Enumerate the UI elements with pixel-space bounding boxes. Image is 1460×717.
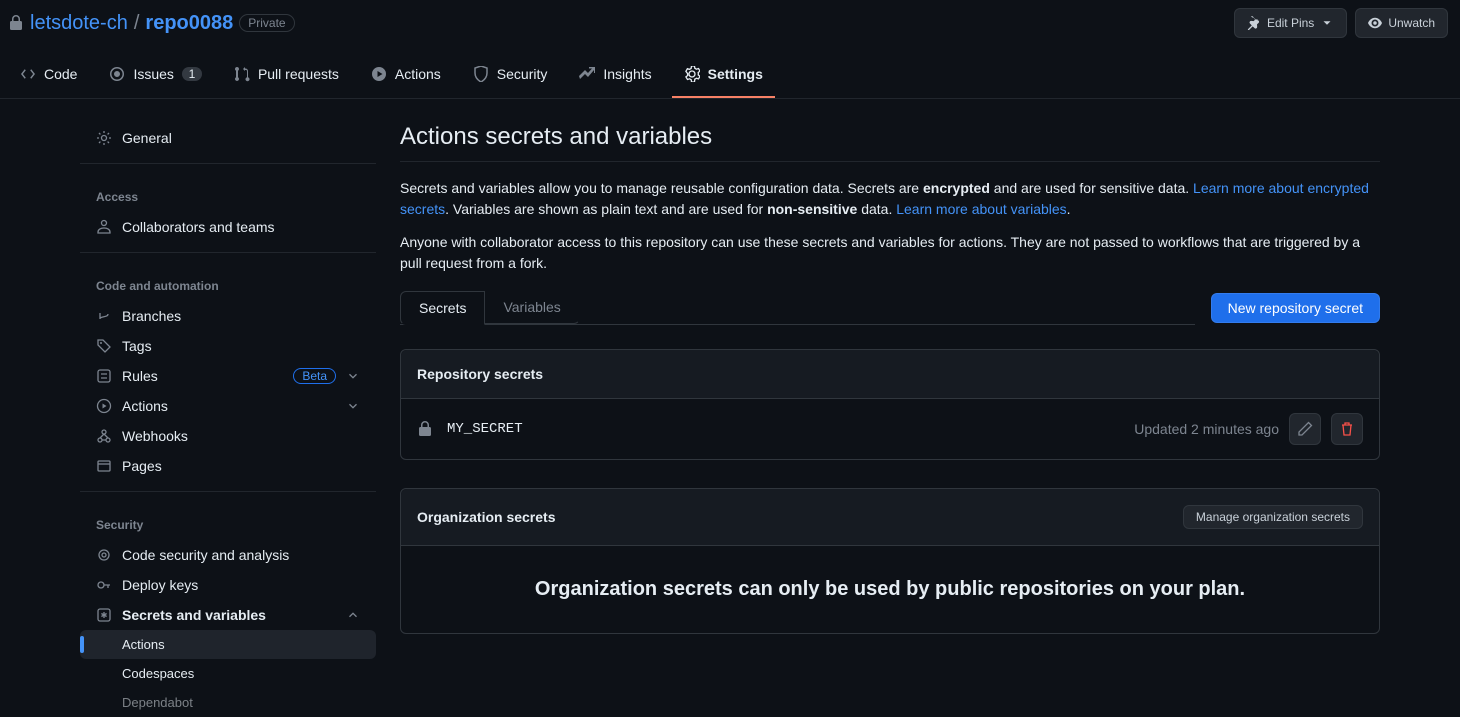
- pencil-icon: [1297, 421, 1313, 437]
- caret-down-icon: [1320, 16, 1334, 30]
- organization-secrets-header: Organization secrets Manage organization…: [401, 489, 1379, 546]
- org-secrets-message: Organization secrets can only be used by…: [401, 546, 1379, 633]
- secret-name: MY_SECRET: [447, 421, 523, 437]
- issues-counter: 1: [182, 67, 202, 81]
- chevron-down-icon: [346, 369, 360, 383]
- main-content: Actions secrets and variables Secrets an…: [400, 123, 1380, 717]
- chevron-up-icon: [346, 608, 360, 622]
- unwatch-button[interactable]: Unwatch: [1355, 8, 1448, 38]
- edit-pins-button[interactable]: Edit Pins: [1234, 8, 1347, 38]
- secret-updated: Updated 2 minutes ago: [1134, 421, 1279, 437]
- sidebar-subitem-codespaces[interactable]: Codespaces: [80, 659, 376, 688]
- sidebar-item-branches[interactable]: Branches: [80, 301, 376, 331]
- sidebar-subitem-actions[interactable]: Actions: [80, 630, 376, 659]
- tab-settings[interactable]: Settings: [672, 56, 775, 98]
- sidebar-group-access: Access: [80, 174, 376, 212]
- webhook-icon: [96, 428, 112, 444]
- scan-icon: [96, 547, 112, 563]
- gear-icon: [684, 66, 700, 82]
- tab-pull-requests[interactable]: Pull requests: [222, 56, 351, 98]
- lock-icon: [8, 15, 24, 31]
- visibility-badge: Private: [239, 14, 294, 32]
- sidebar-item-general[interactable]: General: [80, 123, 376, 153]
- sidebar-item-pages[interactable]: Pages: [80, 451, 376, 481]
- play-circle-icon: [96, 398, 112, 414]
- sidebar-subitem-dependabot[interactable]: Dependabot: [80, 688, 376, 717]
- shield-icon: [473, 66, 489, 82]
- beta-badge: Beta: [293, 368, 336, 384]
- branch-icon: [96, 308, 112, 324]
- description-2: Anyone with collaborator access to this …: [400, 232, 1380, 274]
- repo-nav: Code Issues 1 Pull requests Actions Secu…: [0, 56, 1460, 99]
- repository-secrets-panel: Repository secrets MY_SECRET Updated 2 m…: [400, 349, 1380, 460]
- sidebar-item-actions[interactable]: Actions: [80, 391, 376, 421]
- pull-request-icon: [234, 66, 250, 82]
- repo-owner-link[interactable]: letsdote-ch: [30, 12, 128, 35]
- manage-org-secrets-button[interactable]: Manage organization secrets: [1183, 505, 1363, 529]
- rules-icon: [96, 368, 112, 384]
- settings-sidebar: General Access Collaborators and teams C…: [80, 123, 376, 717]
- sidebar-group-security: Security: [80, 502, 376, 540]
- learn-variables-link[interactable]: Learn more about variables: [896, 201, 1066, 217]
- tab-code[interactable]: Code: [8, 56, 89, 98]
- issue-icon: [109, 66, 125, 82]
- graph-icon: [579, 66, 595, 82]
- sidebar-item-code-security[interactable]: Code security and analysis: [80, 540, 376, 570]
- repo-path: letsdote-ch / repo0088 Private: [8, 12, 295, 35]
- delete-secret-button[interactable]: [1331, 413, 1363, 445]
- sidebar-item-collaborators[interactable]: Collaborators and teams: [80, 212, 376, 242]
- subtab-variables[interactable]: Variables: [485, 290, 579, 324]
- organization-secrets-panel: Organization secrets Manage organization…: [400, 488, 1380, 634]
- sidebar-item-secrets[interactable]: Secrets and variables: [80, 600, 376, 630]
- gear-icon: [96, 130, 112, 146]
- sidebar-item-deploy-keys[interactable]: Deploy keys: [80, 570, 376, 600]
- page-title: Actions secrets and variables: [400, 123, 1380, 151]
- code-icon: [20, 66, 36, 82]
- edit-secret-button[interactable]: [1289, 413, 1321, 445]
- chevron-down-icon: [346, 399, 360, 413]
- sidebar-item-webhooks[interactable]: Webhooks: [80, 421, 376, 451]
- subtab-secrets[interactable]: Secrets: [400, 291, 485, 325]
- description-1: Secrets and variables allow you to manag…: [400, 178, 1380, 220]
- play-icon: [371, 66, 387, 82]
- key-icon: [96, 577, 112, 593]
- secret-row: MY_SECRET Updated 2 minutes ago: [401, 399, 1379, 459]
- asterisk-icon: [96, 607, 112, 623]
- tab-issues[interactable]: Issues 1: [97, 56, 213, 98]
- tab-insights[interactable]: Insights: [567, 56, 663, 98]
- sidebar-group-code: Code and automation: [80, 263, 376, 301]
- new-repository-secret-button[interactable]: New repository secret: [1211, 293, 1380, 323]
- browser-icon: [96, 458, 112, 474]
- repo-name-link[interactable]: repo0088: [145, 12, 233, 35]
- trash-icon: [1339, 421, 1355, 437]
- pin-icon: [1247, 16, 1261, 30]
- people-icon: [96, 219, 112, 235]
- tab-security[interactable]: Security: [461, 56, 560, 98]
- tag-icon: [96, 338, 112, 354]
- lock-icon: [417, 421, 433, 437]
- repository-secrets-header: Repository secrets: [401, 350, 1379, 399]
- sidebar-item-rules[interactable]: Rules Beta: [80, 361, 376, 391]
- sidebar-item-tags[interactable]: Tags: [80, 331, 376, 361]
- tab-actions[interactable]: Actions: [359, 56, 453, 98]
- eye-icon: [1368, 16, 1382, 30]
